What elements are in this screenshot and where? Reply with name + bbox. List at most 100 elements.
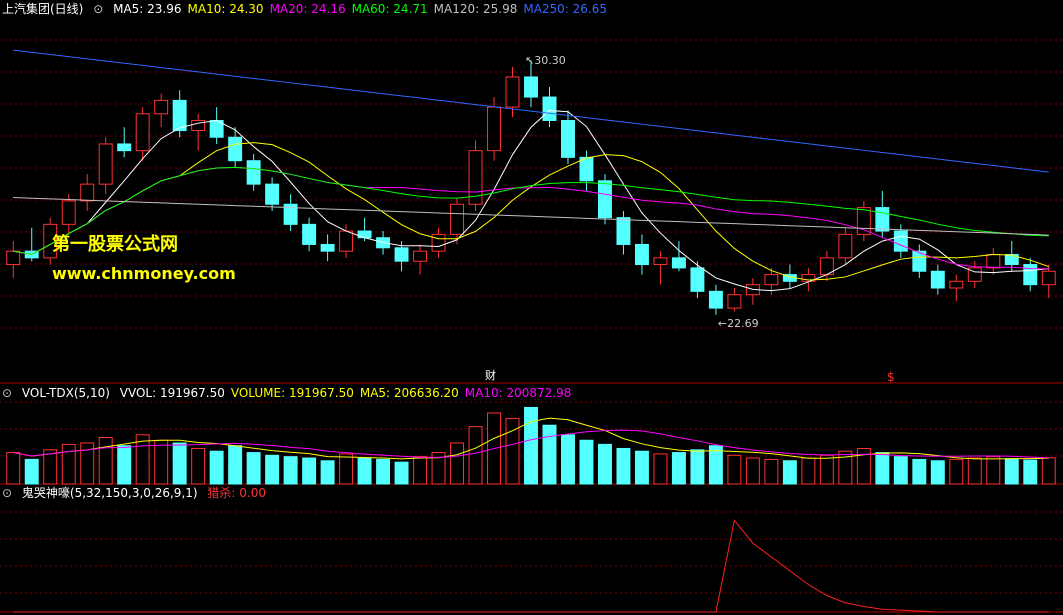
volume-bar (893, 456, 908, 485)
volume-bar (228, 445, 243, 485)
candle-body (579, 156, 594, 182)
volume-bar (302, 457, 317, 485)
volume-bar (561, 434, 575, 485)
high-price-label: ↖30.30 (525, 54, 566, 67)
volume-bar (819, 454, 834, 485)
indicator-title: 鬼哭神嚎(5,32,150,3,0,26,9,1) (21, 486, 198, 500)
volume-bar (634, 450, 649, 485)
indicator-panel-header: ⊙ 鬼哭神嚎(5,32,150,3,0,26,9,1) 猎杀: 0.00 (2, 486, 272, 501)
candle-body (1023, 264, 1038, 286)
volume-bar (801, 457, 816, 485)
volume-bar (930, 460, 945, 485)
volume-bar (265, 454, 280, 485)
low-price-label: ←22.69 (718, 317, 759, 330)
circle-toggle-icon[interactable]: ⊙ (2, 486, 12, 500)
volume-bar (597, 443, 612, 485)
indicator-value: 猎杀: 0.00 (207, 486, 266, 500)
candle-body (986, 254, 1001, 269)
candle-body (80, 183, 95, 202)
candle-body (597, 180, 612, 219)
volume-bar (450, 442, 465, 485)
stock-chart[interactable]: ↖30.30 ←22.69 财 $ 上汽集团(日线) ⊙ MA5: 23.96 MA10… (0, 0, 1063, 615)
volume-bar (542, 424, 557, 485)
volume-bar (246, 452, 261, 485)
candle-body (653, 257, 668, 266)
volume-bar (745, 457, 760, 485)
volume-bar (671, 452, 686, 485)
stock-title: 上汽集团(日线) (2, 2, 84, 16)
volume-legend-item-1: VOLUME: 191967.50 (230, 386, 354, 400)
candle-body (949, 280, 964, 289)
candle-body (930, 270, 945, 289)
volume-bar (708, 445, 723, 485)
candle-body (505, 76, 520, 108)
volume-bar (579, 439, 594, 485)
volume-bar (949, 458, 964, 485)
volume-bar (653, 453, 668, 485)
volume-bar (524, 406, 538, 485)
volume-bar (357, 457, 372, 485)
chart-canvas[interactable]: ↖30.30 ←22.69 财 $ (0, 0, 1063, 615)
volume-bar (986, 456, 1001, 485)
candle-body (394, 247, 409, 262)
candle-body (302, 223, 317, 245)
volume-bar (394, 461, 409, 485)
volume-bar (782, 460, 797, 485)
candle-body (154, 99, 169, 115)
candle-body (172, 99, 187, 132)
volume-bar (24, 458, 39, 485)
candle-body (228, 136, 243, 162)
volume-title: VOL-TDX(5,10) (21, 386, 110, 400)
volume-bar (376, 458, 391, 485)
candle-body (542, 96, 557, 122)
candle-body (690, 267, 705, 292)
circle-toggle-icon[interactable]: ⊙ (2, 386, 12, 400)
candle-body (98, 143, 113, 185)
volume-bar (172, 442, 187, 485)
candle-body (357, 230, 372, 239)
candle-body (634, 243, 649, 266)
candle-body (6, 250, 21, 266)
volume-bar (283, 456, 298, 485)
candle-body (727, 294, 742, 309)
candle-body (838, 233, 853, 259)
volume-legend-item-3: MA10: 200872.98 (464, 386, 572, 400)
candle-body (487, 106, 501, 152)
ma10-line (13, 142, 1049, 281)
ma-legend-item-1: MA10: 24.30 (187, 2, 264, 16)
ma-legend-item-4: MA120: 25.98 (433, 2, 518, 16)
volume-bar (117, 445, 132, 485)
volume-panel-header: ⊙ VOL-TDX(5,10) VVOL: 191967.50 VOLUME: 1… (2, 386, 583, 401)
volume-legend-item-0: VVOL: 191967.50 (119, 386, 225, 400)
volume-bar (1004, 458, 1019, 485)
ma-legend-item-2: MA20: 24.16 (269, 2, 346, 16)
volume-bar (1041, 457, 1056, 485)
volume-bar (764, 458, 779, 485)
ma-legend-item-3: MA60: 24.71 (351, 2, 428, 16)
ma-legend-item-5: MA250: 26.65 (523, 2, 608, 16)
volume-legend-item-2: MA5: 206636.20 (359, 386, 459, 400)
watermark-title: 第一股票公式网 (52, 234, 178, 255)
volume-bar (690, 449, 705, 485)
ma-legend: MA5: 23.96 MA10: 24.30 MA20: 24.16 MA60: 24… (113, 2, 613, 16)
candle-body (708, 290, 723, 309)
volume-bar (1023, 459, 1038, 485)
circle-toggle-icon[interactable]: ⊙ (93, 2, 103, 16)
candle-body (339, 230, 354, 252)
volume-bar (616, 447, 631, 485)
candle-body (856, 207, 871, 235)
candle-body (265, 183, 280, 205)
volume-bar (43, 449, 58, 485)
candle-body (431, 233, 446, 252)
candle-body (246, 160, 261, 185)
finance-marker: 财 (485, 368, 496, 382)
candle-body (524, 76, 538, 98)
volume-bar (339, 453, 354, 485)
candle-body (191, 120, 206, 132)
candle-body (671, 257, 686, 269)
volume-bar (413, 456, 428, 485)
volume-bar (875, 452, 890, 485)
dollar-marker: $ (887, 370, 895, 384)
candle-body (413, 250, 428, 262)
volume-bar (209, 450, 224, 485)
